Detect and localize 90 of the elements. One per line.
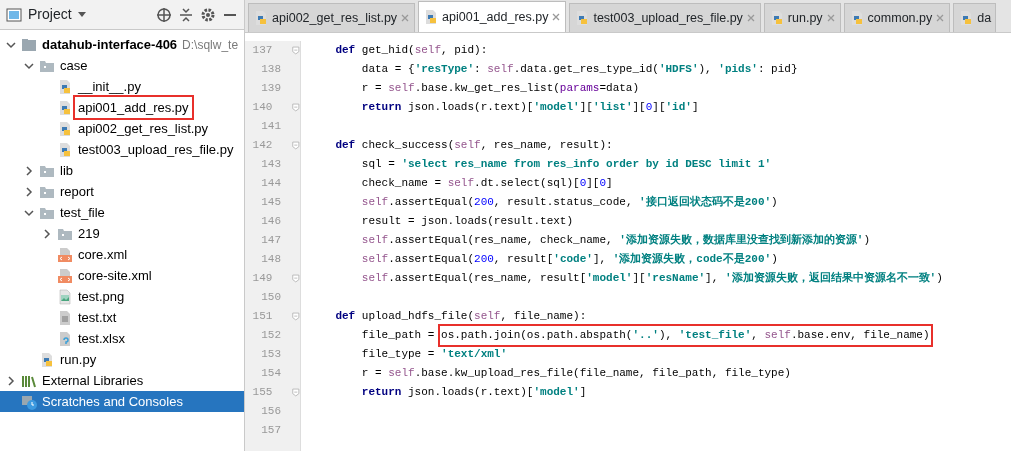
code-line: data = {'resType': self.data.get_res_type_id('HDFS'), 'pids': pid} — [360, 62, 799, 78]
collapse-all-icon[interactable] — [178, 6, 194, 23]
python-file-icon — [57, 99, 73, 116]
python-file-icon — [57, 120, 73, 137]
line-number: 150 — [260, 290, 281, 306]
line-number: 146 — [260, 214, 281, 230]
tree-item[interactable]: run.py — [0, 349, 244, 370]
line-number: 141 — [260, 119, 281, 135]
code-line: return json.loads(r.text)['model']['list'][0]['id'] — [360, 100, 700, 116]
line-number: 145 — [260, 195, 281, 211]
xml-file-icon — [57, 267, 73, 284]
fold-marker-icon[interactable] — [292, 45, 300, 56]
tree-item[interactable]: 219 — [0, 223, 244, 244]
locate-icon[interactable] — [156, 6, 172, 23]
code-line: r = self.base.kw_upload_res_file(file_name, file_path, file_type) — [360, 366, 792, 382]
editor-tab[interactable]: common.py — [843, 3, 951, 32]
line-number: 149 — [251, 271, 273, 287]
xml-file-icon — [57, 246, 73, 263]
line-number: 143 — [260, 157, 281, 173]
code-line: self.assertEqual(res_name, check_name, '添加资源失败，数据库里没查找到新添加的资源') — [360, 232, 872, 249]
panel-title[interactable]: Project — [28, 4, 72, 25]
tree-item[interactable]: Scratches and Consoles — [0, 391, 244, 412]
line-number: 156 — [260, 404, 281, 420]
code-line: return json.loads(r.text)['model'] — [360, 385, 588, 401]
line-number: 144 — [260, 176, 281, 192]
line-number: 137 — [251, 43, 273, 59]
code-line: self.assertEqual(200, result.status_code, '接口返回状态码不是200') — [360, 194, 779, 211]
code-line: check_name = self.dt.select(sql)[0][0] — [360, 176, 614, 192]
fold-marker-icon[interactable] — [292, 273, 300, 284]
editor-tab[interactable]: api002_get_res_list.py — [248, 3, 416, 32]
fold-marker-icon[interactable] — [292, 140, 300, 151]
line-number: 153 — [260, 347, 281, 363]
close-icon[interactable] — [551, 12, 562, 22]
line-number: 139 — [260, 81, 281, 97]
code-line: self.assertEqual(200, result['code'], '添加资源失败，code不是200') — [360, 251, 779, 268]
unknown-file-icon — [57, 330, 73, 347]
tree-item[interactable]: test.xlsx — [0, 328, 244, 349]
line-number: 148 — [260, 252, 281, 268]
line-number: 151 — [251, 309, 273, 325]
fold-marker-icon[interactable] — [292, 102, 300, 113]
path-label: D:\sqlw_te — [182, 36, 239, 54]
tree-item[interactable]: report — [0, 181, 244, 202]
tree-item[interactable]: core-site.xml — [0, 265, 244, 286]
text-file-icon — [57, 309, 73, 326]
line-number: 142 — [251, 138, 273, 154]
editor-tab[interactable]: api001_add_res.py — [418, 1, 567, 32]
settings-icon[interactable] — [200, 6, 216, 23]
fold-marker-icon[interactable] — [292, 311, 300, 322]
python-file-icon — [253, 10, 269, 26]
python-file-icon — [57, 78, 73, 95]
tree-item[interactable]: api002_get_res_list.py — [0, 118, 244, 139]
tree-item[interactable]: core.xml — [0, 244, 244, 265]
code-line: self.assertEqual(res_name, result['model']['resName'], '添加资源失败，返回结果中资源名不一致') — [360, 270, 944, 287]
editor-tab[interactable]: da — [953, 3, 997, 32]
tree-item[interactable]: datahub-interface-406 D:\sqlw_te — [0, 34, 244, 55]
scratches-icon — [21, 393, 37, 410]
tree-item[interactable]: lib — [0, 160, 244, 181]
code-line: file_type = 'text/xml' — [360, 347, 509, 363]
tree-item[interactable]: test003_upload_res_file.py — [0, 139, 244, 160]
project-view-icon — [6, 6, 22, 23]
code-line: def upload_hdfs_file(self, file_name): — [334, 309, 588, 325]
caret-icon[interactable] — [77, 11, 86, 18]
python-file-icon — [57, 141, 73, 158]
python-file-icon — [39, 351, 55, 368]
line-number: 138 — [260, 62, 281, 78]
tree-item[interactable]: test_file — [0, 202, 244, 223]
line-number: 154 — [260, 366, 281, 382]
line-number: 147 — [260, 233, 281, 249]
code-line: sql = 'select res_name from res_info order by id DESC limit 1' — [360, 157, 773, 173]
editor-tab[interactable]: run.py — [763, 3, 841, 32]
line-number: 155 — [251, 385, 273, 401]
code-line: def check_success(self, res_name, result): — [334, 138, 614, 154]
tree-item[interactable]: test.png — [0, 286, 244, 307]
code-line: r = self.base.kw_get_res_list(params=data) — [360, 81, 641, 97]
fold-marker-icon[interactable] — [292, 387, 300, 398]
line-number: 157 — [260, 423, 281, 439]
tree-item[interactable]: __init__.py — [0, 76, 244, 97]
image-file-icon — [57, 288, 73, 305]
line-number: 152 — [260, 328, 281, 344]
line-number: 140 — [251, 100, 273, 116]
code-line: result = json.loads(result.text) — [360, 214, 575, 230]
code-text: file_path = — [360, 328, 436, 344]
highlighted-code: os.path.join(os.path.abspath('..'), 'test_file', self.base.env, file_name) — [441, 327, 930, 344]
tree-item[interactable]: case — [0, 55, 244, 76]
tree-item[interactable]: api001_add_res.py — [0, 97, 244, 118]
editor-tab[interactable]: test003_upload_res_file.py — [569, 3, 761, 32]
tree-item[interactable]: test.txt — [0, 307, 244, 328]
tree-item[interactable]: External Libraries — [0, 370, 244, 391]
code-line: def get_hid(self, pid): — [334, 43, 489, 59]
folder-icon — [21, 36, 37, 53]
